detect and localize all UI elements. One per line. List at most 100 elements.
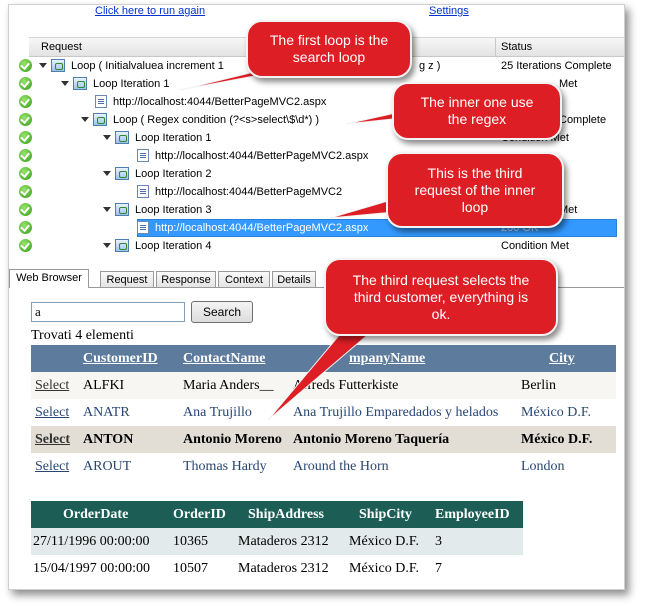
run-again-link[interactable]: Click here to run again <box>95 5 205 17</box>
pass-icon <box>19 239 32 252</box>
contact-name: Ana Trujillo <box>183 405 252 420</box>
status-header[interactable]: Status <box>501 41 532 53</box>
tab-details[interactable]: Details <box>272 271 316 287</box>
ship-address: Mataderos 2312 <box>238 561 329 576</box>
expand-arrow-icon[interactable] <box>103 243 111 248</box>
expand-arrow-icon[interactable] <box>103 135 111 140</box>
loop-icon <box>73 77 87 90</box>
contact-name: Antonio Moreno <box>183 432 282 447</box>
tab-context[interactable]: Context <box>218 271 270 287</box>
settings-link[interactable]: Settings <box>429 5 469 17</box>
pass-icon <box>19 149 32 162</box>
customer-id: AROUT <box>83 459 132 474</box>
tab-request[interactable]: Request <box>100 271 154 287</box>
tree-row-status: Condition Met <box>501 240 569 252</box>
select-link[interactable]: Select <box>35 399 69 426</box>
contact-name: Maria Anders__ <box>183 378 274 393</box>
orderid-header: OrderID <box>173 507 226 522</box>
order-id: 10507 <box>173 561 208 576</box>
pass-icon <box>19 167 32 180</box>
pass-icon <box>19 221 32 234</box>
city: México D.F. <box>521 432 593 447</box>
tree-row-status: Complete <box>559 114 607 126</box>
callout-text-line: the regex <box>447 111 507 127</box>
table-row: Select AROUT Thomas Hardy Around the Hor… <box>31 453 616 480</box>
callout-search-loop: The first loop is the search loop <box>246 20 412 78</box>
loop-icon <box>93 113 107 126</box>
tree-row-label: Loop Iteration 4 <box>135 240 212 252</box>
employeeid-header: EmployeeID <box>435 507 510 522</box>
page-request-icon <box>137 149 149 162</box>
tree-row-label: http://localhost:4044/BetterPageMVC2.asp… <box>113 96 327 108</box>
customers-header-row: CustomerID ContactName mpanyName City <box>31 345 616 372</box>
city: Berlin <box>521 378 556 393</box>
pass-icon <box>19 131 32 144</box>
table-row: Select ALFKI Maria Anders__ Alfreds Futt… <box>31 372 616 399</box>
tree-row-label: Loop Iteration 1 <box>135 132 212 144</box>
tab-response[interactable]: Response <box>156 271 216 287</box>
order-id: 10365 <box>173 534 208 549</box>
page-request-icon <box>137 185 149 198</box>
customer-id: ANATR <box>83 405 130 420</box>
loop-icon <box>115 203 129 216</box>
city: London <box>521 459 565 474</box>
callout-text-line: ok. <box>431 305 451 322</box>
tree-row-label: http://localhost:4044/BetterPageMVC2 <box>155 186 343 198</box>
pass-icon <box>19 77 32 90</box>
callout-third-request: This is the third request of the inner l… <box>386 152 564 228</box>
search-input[interactable] <box>31 302 185 322</box>
tree-row-label: http://localhost:4044/BetterPageMVC2.asp… <box>155 150 369 162</box>
expand-arrow-icon[interactable] <box>103 207 111 212</box>
callout-text-line: request of the inner <box>414 181 536 198</box>
expand-arrow-icon[interactable] <box>103 171 111 176</box>
expand-arrow-icon[interactable] <box>81 117 89 122</box>
tree-row-label: Loop ( Initialvaluea increment 1 <box>71 60 224 72</box>
tab-web-browser[interactable]: Web Browser <box>9 269 89 288</box>
table-row: 15/04/1997 00:00:00 10507 Mataderos 2312… <box>31 555 523 582</box>
select-link[interactable]: Select <box>35 372 69 399</box>
customerid-header[interactable]: CustomerID <box>83 345 158 372</box>
loop-icon <box>115 239 129 252</box>
order-date: 15/04/1997 00:00:00 <box>33 561 151 576</box>
customer-id: ANTON <box>83 432 134 447</box>
tree-row-label-tail: g z ) <box>419 60 441 72</box>
callout-text-line: loop <box>461 198 489 215</box>
employee-id: 3 <box>435 534 442 549</box>
callout-text-line: The inner one use <box>420 94 534 110</box>
ship-address: Mataderos 2312 <box>238 534 329 549</box>
pass-icon <box>19 203 32 216</box>
page-request-icon <box>95 95 107 108</box>
pass-icon <box>19 59 32 72</box>
companyname-header[interactable]: mpanyName <box>349 345 425 372</box>
tree-row-status: 25 Iterations Complete <box>501 60 612 72</box>
tree-row-label: Loop Iteration 2 <box>135 168 212 180</box>
customer-id: ALFKI <box>83 378 125 393</box>
results-count: Trovati 4 elementi <box>31 328 134 343</box>
callout-text-line: This is the third <box>427 164 523 181</box>
select-link[interactable]: Select <box>35 426 70 453</box>
loop-icon <box>115 167 129 180</box>
select-link[interactable]: Select <box>35 453 69 480</box>
order-date: 27/11/1996 00:00:00 <box>33 534 150 549</box>
callout-text-line: The third request selects the <box>352 271 530 288</box>
city-header[interactable]: City <box>549 345 575 372</box>
contactname-header[interactable]: ContactName <box>183 345 265 372</box>
expand-arrow-icon[interactable] <box>61 81 69 86</box>
tree-row-label: Loop Iteration 3 <box>135 204 212 216</box>
search-button[interactable]: Search <box>191 301 253 323</box>
table-row-selected: Select ANTON Antonio Moreno Antonio More… <box>31 426 616 453</box>
tree-row-label: http://localhost:4044/BetterPageMVC2.asp… <box>155 222 369 234</box>
shipaddress-header: ShipAddress <box>248 507 325 522</box>
employee-id: 7 <box>435 561 442 576</box>
expand-arrow-icon[interactable] <box>39 63 47 68</box>
company-name: Alfreds Futterkiste <box>293 378 399 393</box>
company-name: Ana Trujillo Emparedados y helados <box>293 405 499 420</box>
tree-row-label: Loop Iteration 1 <box>93 78 170 90</box>
pass-icon <box>19 95 32 108</box>
tree-row-status: Met <box>559 78 578 90</box>
tree-row[interactable]: Loop Iteration 4 Condition Met <box>9 237 624 255</box>
column-divider[interactable] <box>495 38 496 56</box>
ship-city: México D.F. <box>349 561 420 576</box>
request-header[interactable]: Request <box>41 41 82 53</box>
callout-text-line: search loop <box>292 49 366 65</box>
